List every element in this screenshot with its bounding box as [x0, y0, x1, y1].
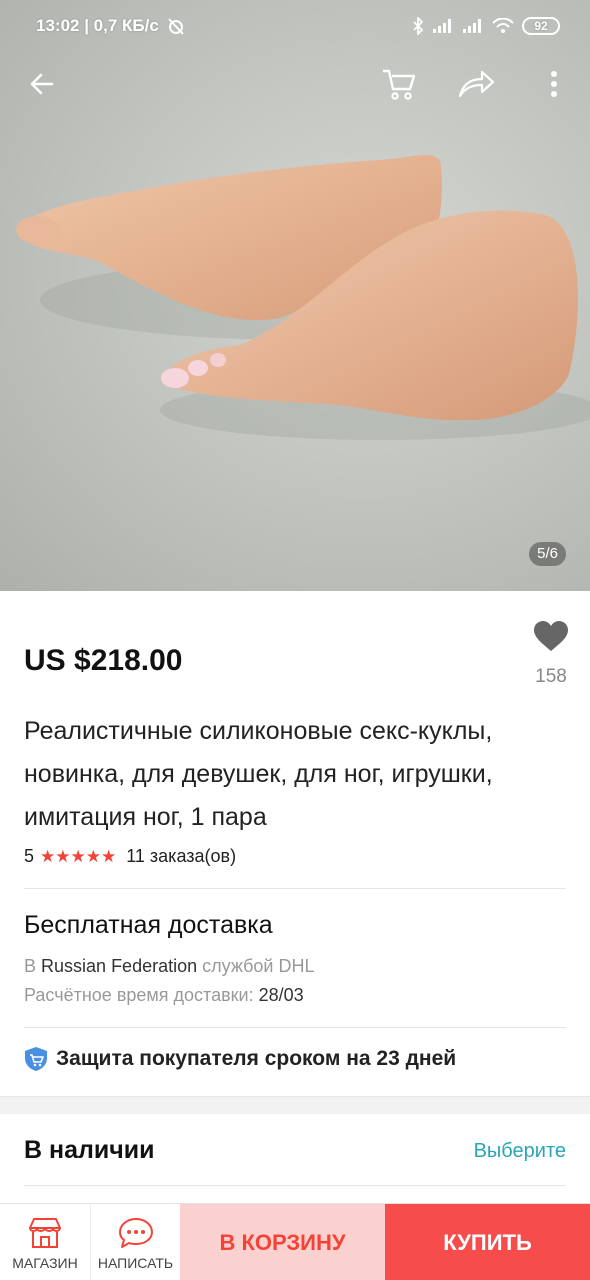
- wifi-icon: [492, 18, 514, 33]
- product-price: US $218.00: [24, 644, 183, 677]
- divider: [24, 1185, 566, 1186]
- wishlist-count: 158: [535, 666, 567, 687]
- gallery-counter: 5/6: [529, 542, 566, 566]
- section-separator: [0, 1096, 590, 1114]
- chat-icon: [118, 1218, 153, 1248]
- shipping-eta: Расчётное время доставки: 28/03: [24, 985, 304, 1006]
- divider: [24, 888, 566, 889]
- shipping-carrier: службой DHL: [202, 956, 315, 976]
- divider: [24, 1027, 566, 1028]
- shipping-eta-label: Расчётное время доставки:: [24, 985, 254, 1005]
- signal-icon-2: [463, 19, 481, 33]
- more-button[interactable]: [528, 58, 580, 110]
- rating-score: 5: [24, 846, 35, 866]
- protection-text: Защита покупателя сроком на 23 дней: [56, 1047, 457, 1070]
- share-button[interactable]: [450, 58, 502, 110]
- shipping-prefix: В: [24, 956, 37, 976]
- status-time: 13:02 | 0,7 КБ/с: [36, 16, 159, 35]
- top-toolbar: [0, 58, 590, 110]
- more-vertical-icon: [551, 71, 557, 97]
- shipping-eta-date: 28/03: [258, 985, 304, 1005]
- alarm-off-icon: [168, 18, 184, 35]
- cart-button[interactable]: [372, 58, 424, 110]
- message-label: НАПИСАТЬ: [97, 1255, 174, 1271]
- store-button[interactable]: МАГАЗИН: [0, 1204, 90, 1280]
- share-icon: [458, 70, 495, 98]
- stock-label: В наличии: [24, 1136, 155, 1164]
- product-image[interactable]: 13:02 | 0,7 КБ/с 92 5/6: [0, 0, 590, 591]
- store-icon: [29, 1218, 61, 1248]
- battery-indicator: 92: [522, 17, 560, 35]
- shield-cart-icon: [25, 1047, 47, 1071]
- heart-icon: [534, 621, 568, 651]
- message-button[interactable]: НАПИСАТЬ: [90, 1204, 180, 1280]
- rating-row[interactable]: 5 ★★★★★ 11 заказа(ов): [24, 846, 236, 867]
- shipping-country: Russian Federation: [41, 956, 198, 976]
- arrow-left-icon: [30, 73, 54, 95]
- status-bar: 13:02 | 0,7 КБ/с 92: [0, 0, 590, 52]
- product-title: Реалистичные силиконовые секс-куклы, нов…: [24, 717, 493, 831]
- cart-icon: [383, 69, 416, 100]
- shipping-destination[interactable]: В Russian Federation службой DHL: [24, 956, 314, 977]
- signal-icon: [433, 19, 451, 33]
- back-button[interactable]: [16, 58, 68, 110]
- wishlist-button[interactable]: [530, 620, 572, 657]
- choose-variant-link[interactable]: Выберите: [474, 1140, 566, 1163]
- buyer-protection[interactable]: Защита покупателя сроком на 23 дней: [24, 1046, 456, 1072]
- bluetooth-icon: [413, 17, 424, 35]
- bottom-action-bar: МАГАЗИН НАПИСАТЬ В КОРЗИНУ КУПИТЬ: [0, 1203, 590, 1280]
- store-label: МАГАЗИН: [12, 1255, 78, 1271]
- orders-count: 11 заказа(ов): [126, 846, 237, 866]
- shipping-title: Бесплатная доставка: [24, 911, 273, 939]
- buy-now-button[interactable]: КУПИТЬ: [385, 1204, 590, 1280]
- add-to-cart-button[interactable]: В КОРЗИНУ: [180, 1204, 385, 1280]
- rating-stars: ★★★★★: [40, 846, 117, 866]
